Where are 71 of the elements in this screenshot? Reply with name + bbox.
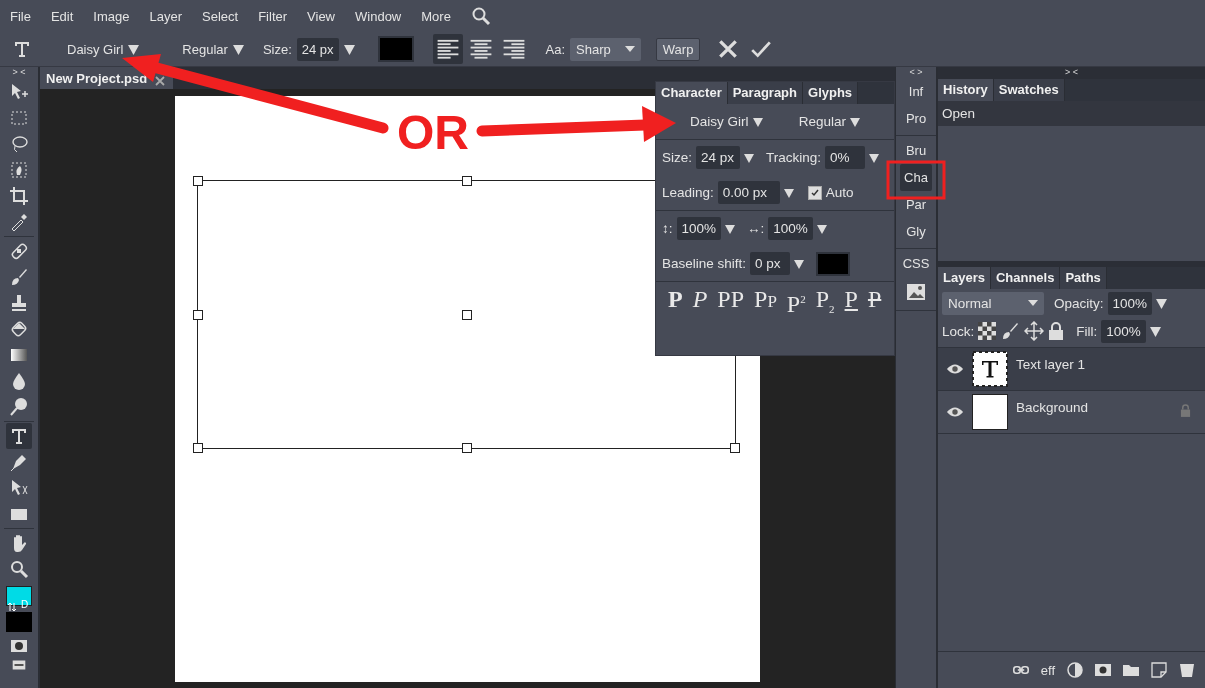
panel-shortcut[interactable]: CSS xyxy=(898,250,934,277)
panel-tab[interactable]: History xyxy=(938,79,994,101)
panel-tab[interactable]: Paragraph xyxy=(727,82,803,104)
leading-field[interactable]: 0.00 px xyxy=(717,181,780,204)
panel-tab[interactable]: Glyphs xyxy=(803,82,859,104)
layer-row[interactable]: Background xyxy=(938,391,1205,434)
antialias-select[interactable]: Sharp xyxy=(570,37,641,61)
size-field[interactable]: 24 px xyxy=(696,146,740,169)
collapse-toggle[interactable]: < > xyxy=(896,67,936,77)
vertical-scale-label: ↕: xyxy=(662,221,673,236)
lock-label: Lock: xyxy=(942,323,975,339)
horizontal-scale-field[interactable]: 100% xyxy=(768,217,813,240)
tracking-field[interactable]: 0% xyxy=(825,146,866,169)
panel-tab[interactable]: Swatches xyxy=(993,79,1065,101)
menu-item[interactable]: Layer xyxy=(149,8,183,24)
collapse-toggle[interactable]: > < xyxy=(938,67,1205,79)
fill-label: Fill: xyxy=(1076,323,1098,339)
text-style-button[interactable]: P xyxy=(668,288,683,320)
style-dropdown[interactable]: Regular xyxy=(182,41,228,57)
font-dropdown[interactable]: Daisy Girl xyxy=(67,41,124,57)
panel-tab[interactable]: Character xyxy=(656,82,728,104)
font-dropdown[interactable]: Daisy Girl xyxy=(690,114,749,129)
layer-name: Text layer 1 xyxy=(1016,357,1087,372)
menu-item[interactable]: Window xyxy=(355,8,402,24)
panel-tab[interactable]: Layers xyxy=(938,267,991,289)
menu-item[interactable]: Filter xyxy=(258,8,288,24)
fill-field[interactable]: 100% xyxy=(1101,319,1146,343)
style-dropdown[interactable]: Regular xyxy=(798,114,846,129)
horizontal-scale-label: ↔: xyxy=(747,221,765,236)
baseline-shift-field[interactable]: 0 px xyxy=(750,252,791,275)
panel-shortcut[interactable]: Gly xyxy=(902,218,930,245)
menu-item[interactable]: View xyxy=(307,8,335,24)
panel-tab[interactable]: Paths xyxy=(1060,267,1107,289)
auto-label: Auto xyxy=(825,185,854,200)
menu-item[interactable]: Edit xyxy=(50,8,74,24)
blend-mode-select[interactable]: Normal xyxy=(942,291,1044,315)
default-colors-toggle[interactable]: D xyxy=(21,599,29,610)
effects-button[interactable]: eff xyxy=(1040,662,1055,678)
opacity-field[interactable]: 100% xyxy=(1107,291,1153,315)
history-entry[interactable]: Open xyxy=(938,101,1205,126)
text-style-button[interactable]: P$^{2}$ xyxy=(786,288,806,320)
size-field[interactable]: 24 px xyxy=(296,37,339,61)
menu-item[interactable]: More xyxy=(421,8,451,24)
vertical-scale-field[interactable]: 100% xyxy=(676,217,722,240)
panel-shortcut[interactable]: Inf xyxy=(904,78,928,105)
leading-label: Leading: xyxy=(662,185,714,200)
menu-item[interactable]: File xyxy=(10,8,31,24)
panel-tab[interactable]: Channels xyxy=(990,267,1061,289)
annotation-label: OR xyxy=(397,105,469,160)
layer-name: Background xyxy=(1016,400,1090,415)
text-style-button[interactable]: P xyxy=(844,288,858,320)
panel-shortcut[interactable]: Pro xyxy=(901,105,931,132)
menu-item[interactable]: Image xyxy=(93,8,130,24)
panel-shortcut[interactable]: Bru xyxy=(901,137,931,164)
text-style-button[interactable]: Pp xyxy=(754,288,777,320)
text-style-button[interactable]: P xyxy=(867,288,882,320)
size-label: Size: xyxy=(662,150,692,165)
text-style-button[interactable]: P$_{2}$ xyxy=(815,288,835,320)
opacity-label: Opacity: xyxy=(1054,295,1104,311)
layer-row[interactable]: Text layer 1 xyxy=(938,348,1205,391)
collapse-toggle[interactable]: > < xyxy=(12,67,26,79)
menu-item[interactable]: Select xyxy=(202,8,239,24)
baseline-shift-label: Baseline shift: xyxy=(662,256,747,271)
panel-shortcut[interactable]: Cha xyxy=(900,164,932,191)
warp-button[interactable]: Warp xyxy=(655,37,701,61)
panel-shortcut[interactable]: Par xyxy=(901,191,931,218)
tracking-label: Tracking: xyxy=(766,150,822,165)
text-style-button[interactable]: PP xyxy=(717,288,745,320)
size-label: Size: xyxy=(262,41,292,57)
antialias-label: Aa: xyxy=(545,41,566,57)
text-style-button[interactable]: P xyxy=(692,288,708,320)
